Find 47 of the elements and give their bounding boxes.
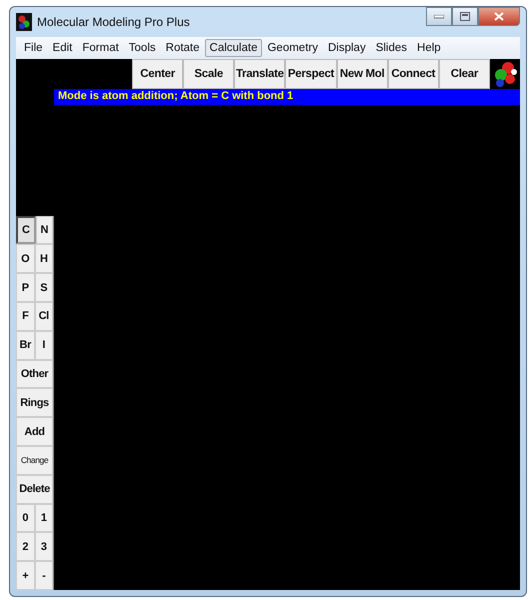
palette-button[interactable]: N (36, 216, 53, 244)
minimize-button[interactable] (426, 7, 452, 26)
status-text: Mode is atom addition; Atom = C with bond 1 (58, 90, 294, 102)
palette-button[interactable]: 2 (16, 532, 34, 562)
palette-button[interactable]: H (34, 244, 53, 274)
close-button[interactable] (478, 7, 520, 26)
palette-button[interactable]: + (16, 561, 34, 590)
menu-item[interactable]: Slides (370, 39, 412, 57)
palette-button[interactable]: 0 (16, 504, 34, 532)
menu-item[interactable]: Calculate (204, 39, 262, 57)
palette-button[interactable]: S (34, 273, 53, 302)
minimize-icon (434, 14, 444, 18)
toolbar-button[interactable]: Scale (183, 59, 234, 89)
toolbar-button[interactable]: Clear (438, 59, 490, 89)
palette-button[interactable]: Br (16, 330, 34, 360)
menu-item[interactable]: Edit (48, 39, 78, 57)
toolbar-button[interactable]: New Mol (336, 59, 388, 89)
menu-item[interactable]: File (19, 39, 48, 57)
palette-button[interactable]: 1 (34, 504, 53, 532)
close-icon (494, 12, 504, 21)
palette-button[interactable]: - (34, 561, 53, 590)
palette-button[interactable]: F (16, 302, 34, 331)
toolbar-button[interactable]: Connect (388, 59, 439, 89)
maximize-icon (460, 12, 470, 21)
palette-button[interactable]: Delete (16, 474, 53, 504)
menu-item[interactable]: Geometry (262, 39, 323, 57)
app-icon (16, 13, 32, 31)
palette-button[interactable]: O (16, 244, 34, 274)
palette-button[interactable]: Rings (16, 388, 53, 418)
palette-button[interactable]: 3 (34, 532, 53, 562)
menu-item[interactable]: Format (77, 39, 124, 57)
palette-button[interactable]: Add (16, 417, 53, 446)
menu-item[interactable]: Help (412, 39, 446, 57)
toolbar-button[interactable]: Perspect (285, 59, 337, 89)
menu-item[interactable]: Rotate (160, 39, 205, 57)
palette-button[interactable]: P (16, 273, 34, 302)
toolbar-button[interactable]: Translate (234, 59, 286, 89)
palette-button[interactable]: Other (16, 360, 53, 388)
menu-item[interactable]: Display (322, 39, 371, 57)
maximize-button[interactable] (452, 7, 478, 26)
palette-button[interactable]: I (34, 330, 53, 360)
palette-button[interactable]: Change (16, 446, 53, 475)
window-title: Molecular Modeling Pro Plus (37, 15, 190, 29)
palette-button[interactable]: C (16, 216, 36, 244)
palette-button[interactable]: Cl (34, 302, 53, 331)
toolbar-button[interactable]: Center (132, 59, 184, 89)
menu-item[interactable]: Tools (124, 39, 161, 57)
